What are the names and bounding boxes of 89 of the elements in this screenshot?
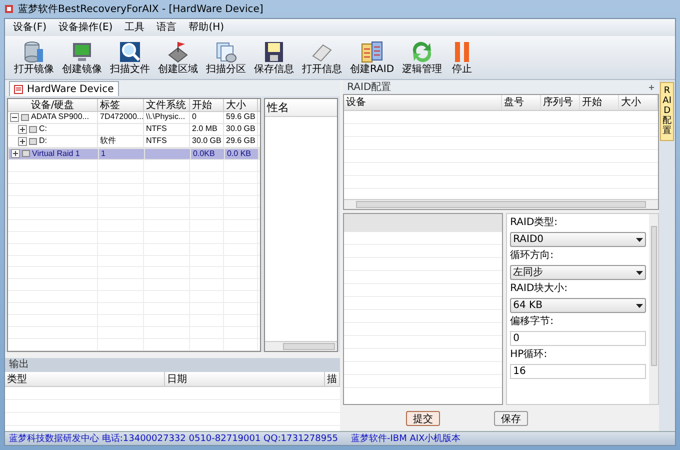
column-header[interactable]: 类型 xyxy=(5,372,165,386)
column-header[interactable]: 大小 xyxy=(619,95,658,110)
table-cell: 29.6 GB xyxy=(226,137,256,146)
table-cell: 2.0 MB xyxy=(192,125,218,134)
toolbar-button[interactable]: 打开镜像 xyxy=(13,40,55,75)
pin-icon[interactable] xyxy=(648,84,656,90)
horizontal-scrollbar[interactable] xyxy=(265,341,338,351)
menu-item[interactable]: 工具 xyxy=(124,20,145,35)
column-header[interactable]: 设备/硬盘 xyxy=(8,99,98,111)
table-cell: NTFS xyxy=(146,125,167,134)
tree-row[interactable]: ADATA SP900... 7D472000... \\.\Physic... 0 59.6 GB xyxy=(8,112,260,124)
flag-icon xyxy=(166,40,190,64)
monitor-icon xyxy=(70,40,94,64)
toolbar-button[interactable]: 保存信息 xyxy=(253,40,295,75)
caret-icon xyxy=(636,304,644,308)
database-icon xyxy=(22,40,46,64)
expand-icon[interactable] xyxy=(18,136,27,146)
table-cell: 30.0 GB xyxy=(226,125,256,134)
column-header[interactable]: 盘号 xyxy=(502,95,542,110)
app-icon xyxy=(4,4,14,14)
tree-row[interactable]: C: NTFS 2.0 MB 30.0 GB xyxy=(8,124,260,136)
table-cell: 0.0 KB xyxy=(227,150,252,158)
menu-item[interactable]: 设备(F) xyxy=(13,20,47,35)
tree-row[interactable]: Virtual Raid 1 1 0.0KB 0.0 KB xyxy=(8,148,260,160)
table-cell: D: xyxy=(39,137,47,146)
side-tab[interactable]: RAID配置 xyxy=(660,82,674,142)
table-cell: Virtual Raid 1 xyxy=(32,150,80,158)
toolbar-button[interactable]: 打开信息 xyxy=(301,40,343,75)
table-cell: 0 xyxy=(192,113,196,122)
table-cell: 软件 xyxy=(100,137,116,146)
table-cell: \\.\Physic... xyxy=(146,113,186,122)
column-header[interactable]: 日期 xyxy=(165,372,325,386)
tree-row[interactable]: D: 软件 NTFS 30.0 GB 29.6 GB xyxy=(8,136,260,148)
input-field[interactable]: 0 xyxy=(510,331,646,346)
dropdown[interactable]: 左同步 xyxy=(510,265,646,280)
document-icon xyxy=(14,84,23,94)
submit-button[interactable]: 提交 xyxy=(406,410,440,426)
table-cell: C: xyxy=(39,125,47,134)
toolbar-button[interactable]: 创建区域 xyxy=(157,40,199,75)
toolbar-button[interactable]: 创建RAID xyxy=(349,40,396,75)
menu-item[interactable]: 帮助(H) xyxy=(188,20,224,35)
expand-icon[interactable] xyxy=(11,149,20,158)
toolbar-button[interactable]: 扫描文件 xyxy=(109,40,151,75)
field-label: RAID块大小: xyxy=(510,283,569,295)
toolbar-button[interactable]: 停止 xyxy=(449,40,476,75)
caret-icon xyxy=(636,270,644,274)
server-racks-icon xyxy=(360,40,384,64)
save-button[interactable]: 保存 xyxy=(494,410,528,426)
column-header[interactable]: 大小 xyxy=(224,99,258,111)
window-title: 蓝梦软件BestRecoveryForAIX - [HardWare Device] xyxy=(18,2,264,16)
table-cell: NTFS xyxy=(146,137,167,146)
column-header[interactable]: 文件系统 xyxy=(144,99,190,111)
field-label: RAID类型: xyxy=(510,217,559,229)
search-icon xyxy=(118,40,142,64)
documents-icon xyxy=(214,40,238,64)
column-header[interactable]: 开始 xyxy=(580,95,620,110)
table-cell: 30.0 GB xyxy=(192,137,222,146)
dropdown[interactable]: RAID0 xyxy=(510,232,646,247)
field-label: 循环方向: xyxy=(510,250,555,262)
field-label: HP循环: xyxy=(510,349,548,361)
panel-title: RAID配置 xyxy=(347,80,392,94)
table-cell: 59.6 GB xyxy=(226,113,256,122)
column-header[interactable]: 开始 xyxy=(190,99,224,111)
toolbar-button[interactable]: 扫描分区 xyxy=(205,40,247,75)
menu-item[interactable]: 语言 xyxy=(156,20,177,35)
column-header[interactable]: 描 xyxy=(325,372,340,386)
field-label: 偏移字节: xyxy=(510,316,555,328)
menu-item[interactable]: 设备操作(E) xyxy=(58,20,113,35)
vertical-scrollbar[interactable] xyxy=(649,214,658,404)
status-text: 蓝梦软件-IBM AIX小机版本 xyxy=(350,432,462,445)
status-text: 蓝梦科技数据研发中心 电话:13400027332 0510-82719001 QQ:1731278955 xyxy=(8,432,340,445)
column-header[interactable]: 标签 xyxy=(98,99,144,111)
column-header[interactable]: 性名 xyxy=(265,99,338,117)
toolbar-button[interactable]: 逻辑管理 xyxy=(401,40,444,75)
expand-icon[interactable] xyxy=(18,124,27,134)
toolbar-button[interactable]: 创建镜像 xyxy=(61,40,103,75)
table-cell: ADATA SP900... xyxy=(31,113,89,122)
table-cell: 0.0KB xyxy=(193,150,215,158)
panel-title: 输出 xyxy=(5,358,340,372)
column-header[interactable]: 序列号 xyxy=(541,95,580,110)
dropdown[interactable]: 64 KB xyxy=(510,298,646,313)
document-tab[interactable]: HardWare Device xyxy=(9,81,119,96)
table-cell: 7D472000... xyxy=(100,113,143,122)
collapse-icon[interactable] xyxy=(10,112,19,122)
input-field[interactable]: 16 xyxy=(510,364,646,379)
caret-icon xyxy=(636,238,644,242)
table-cell: 1 xyxy=(101,150,106,158)
horizontal-scrollbar[interactable] xyxy=(344,199,658,209)
column-header[interactable]: 设备 xyxy=(344,95,502,110)
